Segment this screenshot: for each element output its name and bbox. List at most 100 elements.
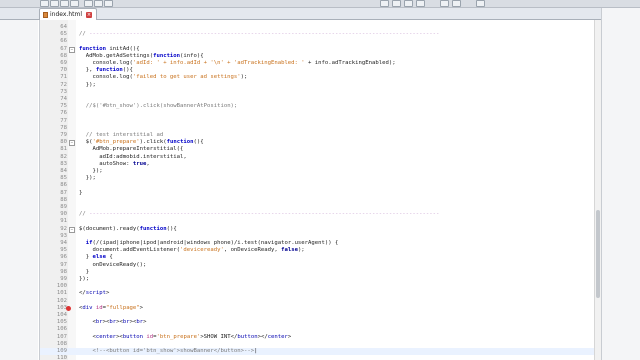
- code-line[interactable]: 106: [40, 326, 600, 333]
- line-number: 74: [60, 96, 67, 102]
- line-number: 78: [60, 124, 67, 131]
- code-text: <div id="fullpage">: [79, 304, 144, 311]
- code-text: });: [79, 276, 90, 282]
- code-line[interactable]: 72 });: [40, 82, 600, 89]
- code-line[interactable]: 69 console.log('adId: ' + info.adId + '\…: [40, 60, 600, 67]
- code-line[interactable]: 87}: [40, 190, 600, 197]
- line-number: 92: [60, 225, 67, 232]
- code-line[interactable]: 110: [40, 355, 600, 360]
- right-panel: [601, 8, 640, 360]
- line-number: 106: [56, 326, 67, 333]
- code-text: adId:admobid.interstitial,: [79, 153, 187, 160]
- line-number: 86: [60, 182, 67, 189]
- fold-toggle-icon[interactable]: −: [69, 140, 75, 147]
- code-line[interactable]: 104: [40, 312, 600, 319]
- code-line[interactable]: 84 });: [40, 168, 600, 175]
- toolbar-button[interactable]: [416, 0, 425, 7]
- code-text: });: [79, 81, 96, 88]
- line-number: 64: [60, 24, 67, 30]
- code-line[interactable]: 99});: [40, 276, 600, 283]
- toolbar-button[interactable]: [476, 0, 485, 7]
- code-line[interactable]: 77: [40, 118, 600, 125]
- line-number: 104: [56, 312, 67, 318]
- line-number: 65: [60, 31, 67, 38]
- code-line[interactable]: 68 AdMob.getAdSettings(function(info){: [40, 53, 600, 60]
- code-line[interactable]: 89: [40, 204, 600, 211]
- line-number: 95: [60, 247, 67, 254]
- code-line[interactable]: 71 console.log('failed to get user ad se…: [40, 74, 600, 81]
- toolbar: [0, 0, 640, 8]
- code-text: if(/(ipad|iphone|ipod|android|windows ph…: [85, 240, 339, 246]
- toolbar-button[interactable]: [94, 0, 103, 7]
- code-line[interactable]: 108: [40, 341, 600, 348]
- line-number: 87: [60, 189, 67, 196]
- code-line[interactable]: 66: [40, 38, 600, 45]
- toolbar-button[interactable]: [380, 0, 389, 7]
- code-line[interactable]: 78: [40, 125, 600, 132]
- code-line[interactable]: 80− $('#btn_prepare').click(function(){: [40, 139, 600, 147]
- code-line[interactable]: 105 <br><br><br><br>: [40, 319, 600, 326]
- code-line[interactable]: 83 autoShow: true,: [40, 161, 600, 168]
- fold-toggle-icon[interactable]: −: [69, 46, 75, 53]
- line-number: 82: [60, 153, 67, 160]
- code-line[interactable]: 64: [40, 24, 600, 31]
- scrollbar-thumb[interactable]: [596, 210, 600, 298]
- code-line[interactable]: 93: [40, 233, 600, 240]
- code-line[interactable]: 88: [40, 197, 600, 204]
- code-text: } else {: [79, 254, 113, 261]
- toolbar-button[interactable]: [104, 0, 113, 7]
- code-line[interactable]: 90 // -----------------------------------…: [40, 211, 600, 218]
- code-line[interactable]: 101 </script>: [40, 290, 600, 297]
- code-editor[interactable]: 64 65 // ---------------------------------…: [39, 20, 600, 360]
- line-number: 73: [60, 88, 67, 95]
- code-line[interactable]: 109 <!--<button id='btn_show'>showBanner…: [40, 348, 600, 356]
- code-line[interactable]: 98 }: [40, 269, 600, 276]
- line-number: 100: [56, 283, 67, 290]
- toolbar-button[interactable]: [60, 0, 69, 7]
- code-line[interactable]: 81 AdMob.prepareInterstitial({: [40, 146, 600, 153]
- code-line[interactable]: 79 // test interstitial ad: [40, 132, 600, 139]
- code-line[interactable]: 103 <div id="fullpage">: [40, 305, 600, 312]
- toolbar-button[interactable]: [404, 0, 413, 7]
- code-line[interactable]: 97 onDeviceReady();: [40, 262, 600, 269]
- code-line[interactable]: 107 <center><button id='btn_prepare'>SHO…: [40, 334, 600, 341]
- code-line[interactable]: 76: [40, 110, 600, 117]
- code-line[interactable]: 73: [40, 89, 600, 96]
- line-number: 77: [60, 117, 67, 124]
- code-line[interactable]: 70 }, function(){: [40, 67, 600, 74]
- code-line[interactable]: 75 //$('#btn_show').click(showBannerAtPo…: [40, 103, 600, 110]
- line-number: 107: [56, 333, 67, 340]
- toolbar-button[interactable]: [392, 0, 401, 7]
- code-line[interactable]: 96 } else {: [40, 254, 600, 261]
- close-icon[interactable]: ×: [86, 11, 92, 18]
- code-line[interactable]: 65 // -----------------------------------…: [40, 31, 600, 38]
- toolbar-button[interactable]: [70, 0, 79, 7]
- vertical-scrollbar[interactable]: [594, 20, 601, 360]
- toolbar-button[interactable]: [84, 0, 93, 7]
- code-line[interactable]: 95 document.addEventListener('deviceread…: [40, 247, 600, 254]
- code-line[interactable]: 67− function initAd(){: [40, 46, 600, 53]
- line-number: 90: [60, 211, 67, 218]
- tab-index-html[interactable]: index.html ×: [39, 8, 97, 20]
- code-line[interactable]: 92− $(document).ready(function(){: [40, 226, 600, 233]
- code-line[interactable]: 86: [40, 182, 600, 189]
- toolbar-button[interactable]: [50, 0, 59, 7]
- code-line[interactable]: 100: [40, 283, 600, 290]
- line-number: 76: [60, 110, 67, 117]
- code-line[interactable]: 74: [40, 96, 600, 103]
- code-text: onDeviceReady();: [79, 261, 147, 268]
- fold-toggle-icon[interactable]: −: [69, 226, 75, 233]
- code-line[interactable]: 85 });: [40, 175, 600, 182]
- code-line[interactable]: 102: [40, 298, 600, 305]
- code-text: AdMob.prepareInterstitial({: [79, 146, 184, 153]
- code-text: // -------------------------------------…: [79, 31, 440, 38]
- error-marker-icon[interactable]: [66, 305, 71, 311]
- toolbar-button[interactable]: [440, 0, 449, 7]
- code-line[interactable]: 91: [40, 218, 600, 225]
- code-line[interactable]: 82 adId:admobid.interstitial,: [40, 154, 600, 161]
- toolbar-button[interactable]: [452, 0, 461, 7]
- line-number: 69: [60, 60, 67, 66]
- toolbar-button[interactable]: [40, 0, 49, 7]
- code-line[interactable]: 94 if(/(ipad|iphone|ipod|android|windows…: [40, 240, 600, 247]
- code-text: // test interstitial ad: [85, 132, 164, 138]
